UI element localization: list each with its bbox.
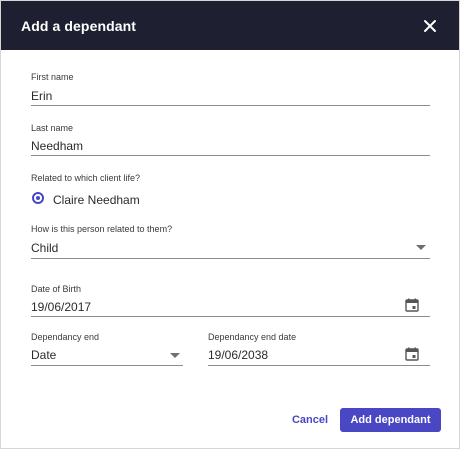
add-dependant-button[interactable]: Add dependant xyxy=(340,408,441,432)
relationship-underline xyxy=(31,258,430,259)
dob-underline xyxy=(31,316,430,317)
calendar-icon[interactable] xyxy=(405,298,419,312)
dependancy-end-date-label: Dependancy end date xyxy=(208,332,297,342)
last-name-underline xyxy=(31,155,430,156)
close-icon[interactable] xyxy=(422,18,438,34)
related-client-label: Related to which client life? xyxy=(31,173,141,183)
last-name-input[interactable]: Needham xyxy=(31,139,83,153)
dob-label: Date of Birth xyxy=(31,284,82,294)
client-radio[interactable] xyxy=(32,192,44,204)
cancel-button[interactable]: Cancel xyxy=(284,408,336,432)
dependancy-end-label: Dependancy end xyxy=(31,332,100,342)
dob-input[interactable]: 19/06/2017 xyxy=(31,300,91,314)
first-name-label: First name xyxy=(31,72,74,82)
dialog-title: Add a dependant xyxy=(21,18,137,34)
chevron-down-icon[interactable] xyxy=(416,245,426,250)
client-radio-dot xyxy=(36,196,40,200)
dialog-header: Add a dependant xyxy=(1,1,459,50)
dependancy-end-value[interactable]: Date xyxy=(31,348,56,362)
calendar-icon[interactable] xyxy=(405,347,419,361)
dependancy-end-underline xyxy=(31,365,183,366)
add-dependant-dialog: Add a dependant First name Erin Last nam… xyxy=(0,0,460,449)
last-name-label: Last name xyxy=(31,123,74,133)
first-name-underline xyxy=(31,105,430,106)
dependancy-end-date-input[interactable]: 19/06/2038 xyxy=(208,348,268,362)
client-radio-label[interactable]: Claire Needham xyxy=(53,193,140,207)
chevron-down-icon[interactable] xyxy=(170,353,180,358)
first-name-input[interactable]: Erin xyxy=(31,89,52,103)
relationship-value[interactable]: Child xyxy=(31,241,58,255)
relationship-label: How is this person related to them? xyxy=(31,224,173,234)
dependancy-end-date-underline xyxy=(208,365,430,366)
